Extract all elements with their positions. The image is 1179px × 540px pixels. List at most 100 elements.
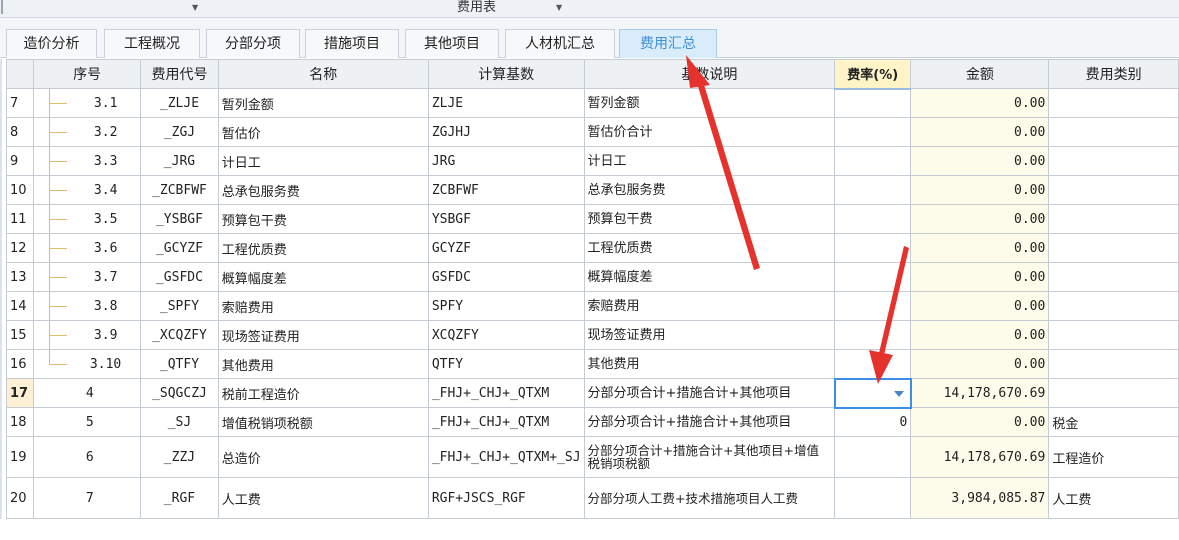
code-cell[interactable]: _ZCBFWF: [140, 175, 219, 205]
code-cell[interactable]: _RGF: [140, 477, 219, 519]
amount-cell[interactable]: 0.00: [910, 175, 1050, 205]
rate-cell[interactable]: 0: [834, 407, 912, 437]
row-number[interactable]: 9: [6, 146, 34, 176]
table-row[interactable]: 8 3.2 _ZGJ 暂估价 ZGJHJ 暂估价合计 0.00: [6, 117, 1179, 147]
code-cell[interactable]: _JRG: [140, 146, 219, 176]
row-number[interactable]: 10: [6, 175, 34, 205]
name-cell[interactable]: 概算幅度差: [217, 262, 429, 292]
code-cell[interactable]: _GCYZF: [140, 233, 219, 263]
amount-cell[interactable]: 3,984,085.87: [910, 477, 1050, 519]
row-number[interactable]: 13: [6, 262, 34, 292]
code-cell[interactable]: _XCQZFY: [140, 320, 219, 350]
table-row[interactable]: 10 3.4 _ZCBFWF 总承包服务费 ZCBFWF 总承包服务费 0.00: [6, 175, 1179, 205]
category-cell[interactable]: 人工费: [1048, 477, 1179, 519]
desc-cell[interactable]: 工程优质费: [583, 233, 836, 263]
code-cell[interactable]: _ZGJ: [140, 117, 219, 147]
name-cell[interactable]: 工程优质费: [217, 233, 429, 263]
code-cell[interactable]: _ZZJ: [140, 436, 219, 478]
rate-cell[interactable]: [834, 262, 912, 292]
category-cell[interactable]: 税金: [1048, 407, 1179, 437]
table-row[interactable]: 9 3.3 _JRG 计日工 JRG 计日工 0.00: [6, 146, 1179, 176]
category-cell[interactable]: [1048, 233, 1179, 263]
category-cell[interactable]: [1048, 378, 1179, 408]
category-header[interactable]: 费用类别: [1048, 59, 1179, 89]
base-cell[interactable]: ZLJE: [427, 88, 585, 118]
table-row[interactable]: 13 3.7 _GSFDC 概算幅度差 GSFDC 概算幅度差 0.00: [6, 262, 1179, 292]
rate-cell[interactable]: [834, 436, 912, 478]
base-cell[interactable]: _FHJ+_CHJ+_QTXM: [427, 407, 585, 437]
seq-cell[interactable]: 4: [32, 378, 142, 408]
rate-cell[interactable]: [834, 320, 912, 350]
category-cell[interactable]: 工程造价: [1048, 436, 1179, 478]
seq-cell[interactable]: 3.8: [32, 291, 142, 321]
seq-cell[interactable]: 3.7: [32, 262, 142, 292]
row-number[interactable]: 15: [6, 320, 34, 350]
desc-header[interactable]: 基数说明: [583, 59, 836, 89]
row-number[interactable]: 20: [6, 477, 34, 519]
amount-cell[interactable]: 14,178,670.69: [910, 436, 1050, 478]
row-number[interactable]: 12: [6, 233, 34, 263]
base-cell[interactable]: SPFY: [427, 291, 585, 321]
seq-cell[interactable]: 3.3: [32, 146, 142, 176]
desc-cell[interactable]: 分部分项合计+措施合计+其他项目: [583, 378, 836, 408]
seq-cell[interactable]: 7: [32, 477, 142, 519]
category-cell[interactable]: [1048, 291, 1179, 321]
desc-cell[interactable]: 总承包服务费: [583, 175, 836, 205]
tab-project-overview[interactable]: 工程概况: [104, 29, 200, 58]
name-cell[interactable]: 索赔费用: [217, 291, 429, 321]
base-cell[interactable]: ZCBFWF: [427, 175, 585, 205]
name-cell[interactable]: 增值税销项税额: [217, 407, 429, 437]
amount-cell[interactable]: 0.00: [910, 291, 1050, 321]
category-cell[interactable]: [1048, 349, 1179, 379]
amount-cell[interactable]: 0.00: [910, 407, 1050, 437]
table-row[interactable]: 7 3.1 _ZLJE 暂列金额 ZLJE 暂列金额 0.00: [6, 88, 1179, 118]
code-cell[interactable]: _YSBGF: [140, 204, 219, 234]
seq-cell[interactable]: 3.4: [32, 175, 142, 205]
rate-cell[interactable]: [834, 146, 912, 176]
desc-cell[interactable]: 计日工: [583, 146, 836, 176]
row-number[interactable]: 18: [6, 407, 34, 437]
amount-cell[interactable]: 0.00: [910, 233, 1050, 263]
seq-cell[interactable]: 3.6: [32, 233, 142, 263]
dropdown-arrow-icon[interactable]: [893, 390, 904, 397]
name-cell[interactable]: 暂估价: [217, 117, 429, 147]
category-cell[interactable]: [1048, 262, 1179, 292]
rate-cell[interactable]: [834, 233, 912, 263]
rate-cell[interactable]: [834, 175, 912, 205]
seq-cell[interactable]: 3.10: [32, 349, 142, 379]
base-cell[interactable]: RGF+JSCS_RGF: [427, 477, 585, 519]
code-cell[interactable]: _ZLJE: [140, 88, 219, 118]
tab-sub-items[interactable]: 分部分项: [206, 29, 300, 58]
base-cell[interactable]: _FHJ+_CHJ+_QTXM: [427, 378, 585, 408]
tab-other-items[interactable]: 其他项目: [405, 29, 499, 58]
table-row[interactable]: 16 3.10 _QTFY 其他费用 QTFY 其他费用 0.00: [6, 349, 1179, 379]
base-cell[interactable]: XCQZFY: [427, 320, 585, 350]
table-row[interactable]: 11 3.5 _YSBGF 预算包干费 YSBGF 预算包干费 0.00: [6, 204, 1179, 234]
table-row-selected[interactable]: 17 4 _SQGCZJ 税前工程造价 _FHJ+_CHJ+_QTXM 分部分项…: [6, 377, 1179, 409]
rate-cell[interactable]: [834, 477, 912, 519]
name-cell[interactable]: 税前工程造价: [217, 378, 429, 408]
code-header[interactable]: 费用代号: [140, 59, 219, 89]
desc-cell[interactable]: 分部分项合计+措施合计+其他项目+增值税销项税额: [583, 436, 836, 478]
row-number[interactable]: 14: [6, 291, 34, 321]
table-row[interactable]: 15 3.9 _XCQZFY 现场签证费用 XCQZFY 现场签证费用 0.00: [6, 320, 1179, 350]
seq-cell[interactable]: 6: [32, 436, 142, 478]
base-cell[interactable]: GCYZF: [427, 233, 585, 263]
tab-labor-material-summary[interactable]: 人材机汇总: [505, 29, 615, 58]
amount-cell[interactable]: 0.00: [910, 204, 1050, 234]
base-cell[interactable]: QTFY: [427, 349, 585, 379]
desc-cell[interactable]: 暂估价合计: [583, 117, 836, 147]
rate-cell-editing[interactable]: [833, 377, 912, 409]
desc-cell[interactable]: 分部分项人工费+技术措施项目人工费: [583, 477, 836, 519]
name-cell[interactable]: 人工费: [217, 477, 429, 519]
category-cell[interactable]: [1048, 204, 1179, 234]
base-cell[interactable]: YSBGF: [427, 204, 585, 234]
code-cell[interactable]: _SPFY: [140, 291, 219, 321]
name-cell[interactable]: 总造价: [217, 436, 429, 478]
row-number[interactable]: 7: [6, 88, 34, 118]
base-cell[interactable]: _FHJ+_CHJ+_QTXM+_SJ: [427, 436, 585, 478]
desc-cell[interactable]: 概算幅度差: [583, 262, 836, 292]
rate-cell[interactable]: [834, 117, 912, 147]
amount-cell[interactable]: 0.00: [910, 88, 1050, 118]
rate-cell[interactable]: [834, 88, 912, 118]
